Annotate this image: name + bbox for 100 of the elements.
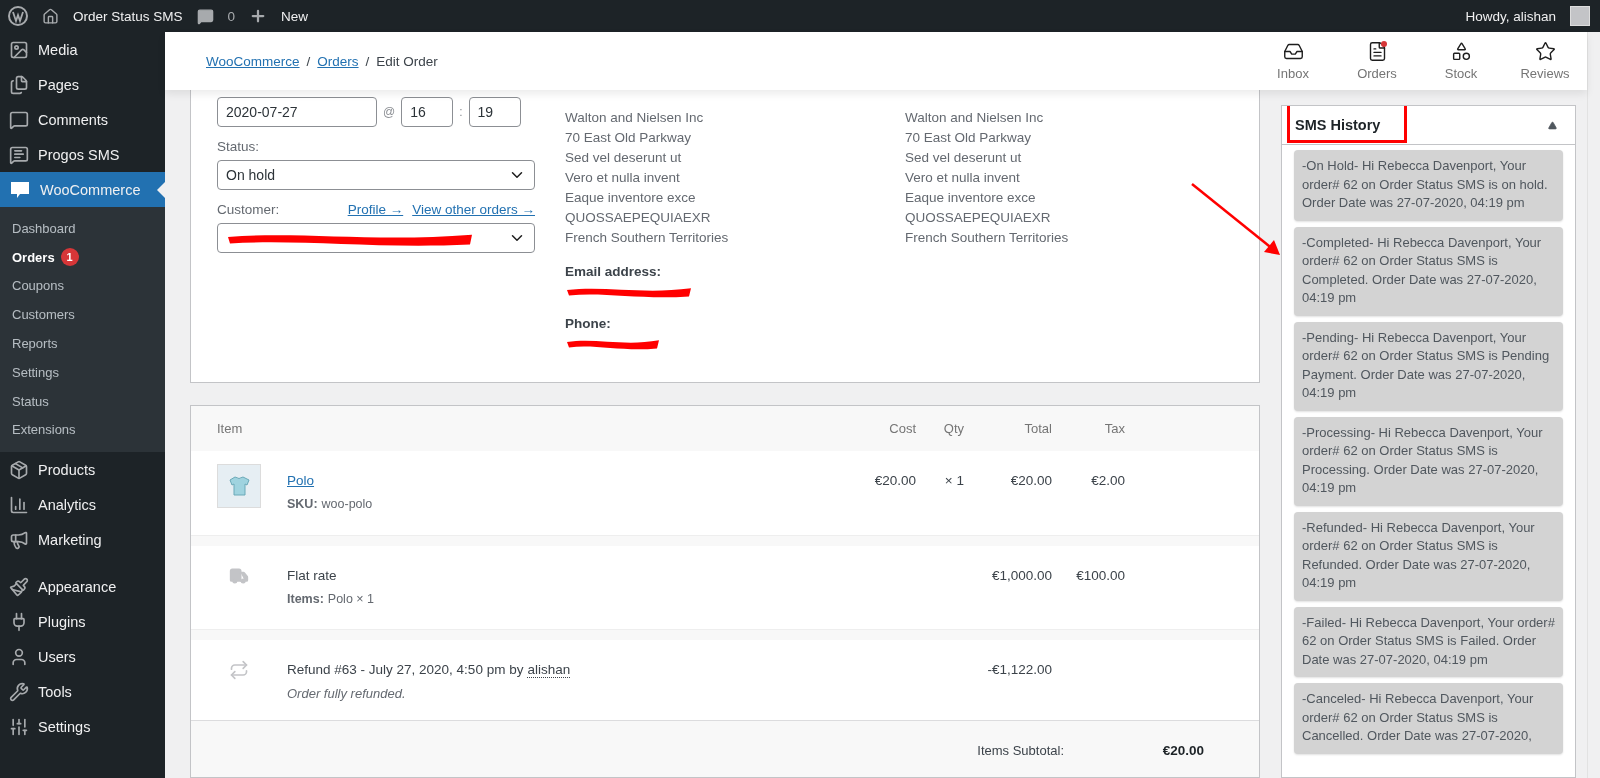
sms-message: -On Hold- Hi Rebecca Davenport, Your order# 62 on Order Status SMS is on hold. Order Date was 27-07-2020, 04:19 pm: [1294, 150, 1563, 221]
activity-button[interactable]: Stock: [1419, 32, 1503, 90]
customer-label: Customer:: [217, 202, 280, 217]
author-link[interactable]: alishan: [527, 662, 571, 678]
address-line: Vero et nulla invent: [565, 169, 681, 187]
meta-value: Polo × 1: [327, 592, 375, 606]
cost-cell-text: €20.00: [873, 472, 916, 490]
star-icon: [1534, 41, 1556, 62]
sms-message: -Completed- Hi Rebecca Davenport, Your order# 62 on Order Status SMS is Completed. Order Date was 27-07-2020, 04:19 pm: [1294, 226, 1563, 316]
menu-item[interactable]: Products: [0, 452, 165, 488]
new-link[interactable]: New: [281, 8, 309, 24]
submenu-item[interactable]: Customers: [0, 300, 165, 330]
site-title[interactable]: Order Status SMS: [73, 8, 183, 24]
activity-button[interactable]: Orders: [1335, 32, 1419, 90]
submenu-item[interactable]: Coupons: [0, 271, 165, 301]
activity-button[interactable]: Inbox: [1251, 32, 1335, 90]
megaphone-icon: [9, 529, 29, 550]
comment-count: 0: [227, 8, 236, 24]
woo-bubble-icon: [9, 179, 31, 200]
user-icon: [9, 646, 29, 667]
address-line: Sed vel deserunt ut: [565, 149, 683, 167]
home-icon[interactable]: [42, 7, 59, 25]
submenu-item[interactable]: Dashboard: [0, 214, 165, 243]
menu-item[interactable]: Settings: [0, 709, 165, 745]
photo-icon: [9, 39, 29, 60]
minute-field[interactable]: 19: [468, 97, 521, 127]
customer-select[interactable]: [217, 223, 535, 253]
menu-item[interactable]: Tools: [0, 674, 165, 710]
wrench-icon: [9, 681, 29, 702]
truck-icon: [229, 566, 249, 586]
menu-item[interactable]: Media: [0, 32, 165, 67]
total-label: Items Subtotal:: [976, 743, 1064, 758]
submenu-item[interactable]: Orders 1: [0, 242, 165, 272]
email-label: Email address:: [565, 263, 663, 281]
wordpress-logo-icon[interactable]: [8, 6, 28, 26]
tax-cell-text: €2.00: [1090, 472, 1125, 490]
refund-icon: [229, 660, 249, 680]
submenu-item[interactable]: Extensions: [0, 415, 165, 445]
address-line: French Southern Territories: [905, 229, 1070, 247]
message-icon: [9, 144, 29, 165]
address-line: 70 East Old Parkway: [905, 129, 1033, 147]
bar-chart-icon: [9, 494, 29, 515]
speech-bubble-icon: [9, 109, 29, 130]
pages-icon: [9, 74, 29, 95]
address-line: Vero et nulla invent: [905, 169, 1021, 187]
activity-button[interactable]: Reviews: [1503, 32, 1587, 90]
product-link[interactable]: Polo: [287, 473, 836, 488]
breadcrumb-separator: /: [306, 53, 311, 69]
meta-value: woo-polo: [321, 497, 373, 511]
box-icon: [9, 459, 29, 480]
submenu-item[interactable]: Settings: [0, 358, 165, 387]
hour-field[interactable]: 16: [401, 97, 454, 127]
sliders-icon: [9, 716, 29, 737]
shapes-icon: [1450, 41, 1472, 62]
menu-item[interactable]: Marketing: [0, 522, 165, 558]
submenu-item[interactable]: Reports: [0, 329, 165, 358]
address-line: Eaque inventore exce: [565, 189, 697, 207]
total-cell-text: -€1,122.00: [986, 661, 1052, 679]
sms-message: -Failed- Hi Rebecca Davenport, Your order# 62 on Order Status SMS is Failed. Order Date was 27-07-2020, 04:19 pm: [1294, 606, 1563, 677]
at-sign: @: [383, 105, 396, 119]
address-line: QUOSSAEPEQUIAEXR: [565, 209, 712, 227]
status-label: Status:: [217, 139, 261, 154]
menu-item[interactable]: WooCommerce: [0, 172, 165, 207]
inbox-icon: [1282, 41, 1304, 62]
breadcrumb-link[interactable]: WooCommerce: [206, 53, 300, 69]
menu-item[interactable]: Appearance: [0, 569, 165, 605]
address-line: Sed vel deserunt ut: [905, 149, 1023, 167]
phone-label: Phone:: [565, 315, 612, 333]
menu-item[interactable]: Progos SMS: [0, 137, 165, 172]
total-value: €20.00: [1161, 743, 1204, 758]
address-line: QUOSSAEPEQUIAEXR: [905, 209, 1052, 227]
date-field[interactable]: 2020-07-27: [217, 97, 377, 127]
address-line: French Southern Territories: [565, 229, 730, 247]
shipping-name: Flat rate: [287, 568, 338, 583]
profile-link[interactable]: Profile →: [347, 202, 404, 217]
menu-item[interactable]: Pages: [0, 67, 165, 102]
sms-message: -Refunded- Hi Rebecca Davenport, Your order# 62 on Order Status SMS is Refunded. Order Date was 27-07-2020, 04:19 pm: [1294, 511, 1563, 601]
submenu-item[interactable]: Status: [0, 386, 165, 416]
breadcrumb-current: Edit Order: [376, 53, 438, 69]
greeting[interactable]: Howdy, alishan: [1465, 8, 1556, 24]
other-orders-link[interactable]: View other orders →: [412, 202, 535, 217]
column-header: Item: [217, 421, 244, 436]
comment-icon[interactable]: [196, 7, 214, 25]
sms-message: -Pending- Hi Rebecca Davenport, Your order# 62 on Order Status SMS is Pending Payment. Order Date was 27-07-2020, 04:19 pm: [1294, 321, 1563, 411]
breadcrumb-link[interactable]: Orders: [317, 53, 359, 69]
menu-item[interactable]: Plugins: [0, 604, 165, 640]
menu-item[interactable]: Users: [0, 639, 165, 675]
menu-item[interactable]: Analytics: [0, 487, 165, 523]
status-select[interactable]: On hold: [217, 160, 535, 190]
qty-cell-text: × 1: [943, 472, 964, 490]
address-line: Walton and Nielsen Inc: [905, 109, 1045, 127]
tax-cell-text: €100.00: [1075, 567, 1125, 585]
column-header: Qty: [942, 421, 964, 436]
total-cell-text: €20.00: [1009, 472, 1052, 490]
collapse-toggle[interactable]: [1548, 120, 1557, 130]
total-cell-text: €1,000.00: [990, 567, 1052, 585]
triangle-up-icon: [1548, 120, 1557, 130]
address-line: 70 East Old Parkway: [565, 129, 693, 147]
menu-item[interactable]: Comments: [0, 102, 165, 137]
address-line: Walton and Nielsen Inc: [565, 109, 705, 127]
